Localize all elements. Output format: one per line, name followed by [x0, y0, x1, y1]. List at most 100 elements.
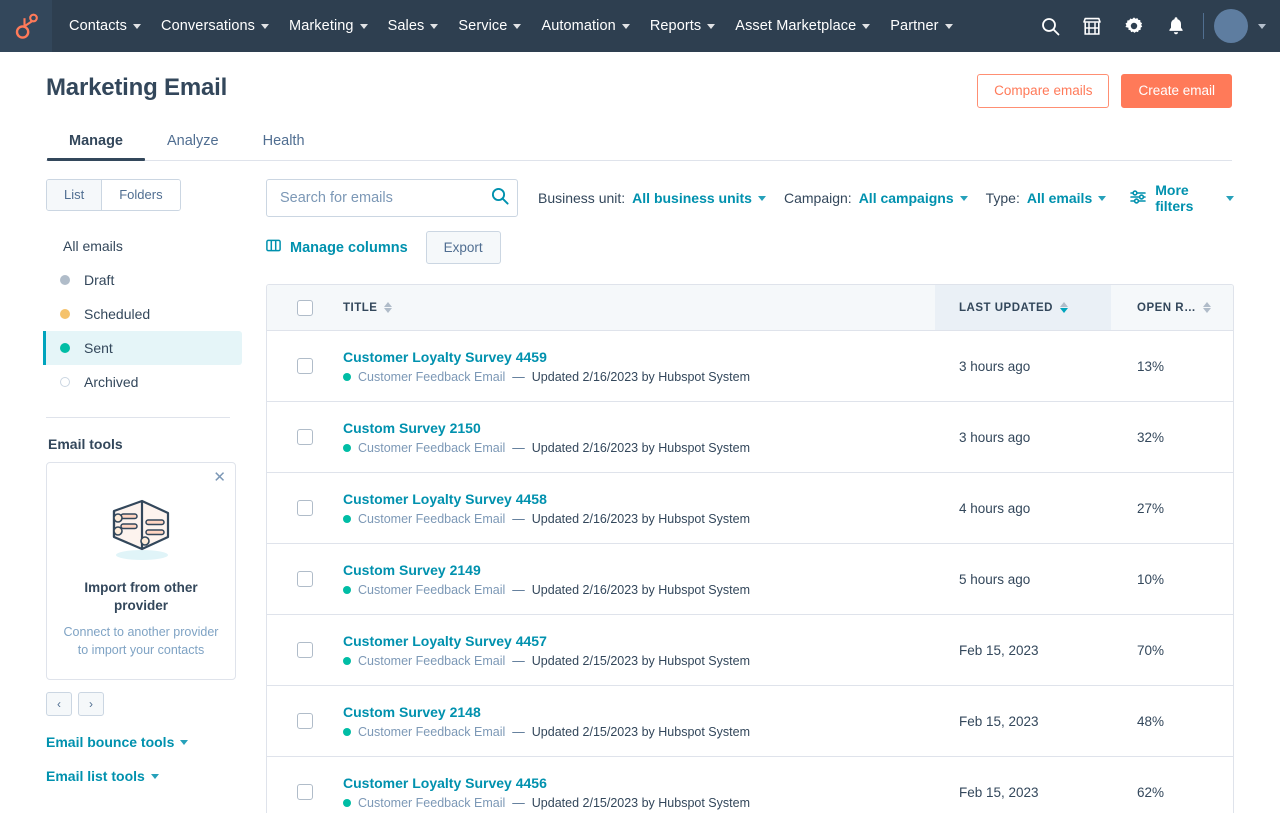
nav-item-sales[interactable]: Sales	[378, 12, 449, 40]
table-row[interactable]: Custom Survey 2148 Customer Feedback Ema…	[267, 686, 1233, 757]
select-all-checkbox[interactable]	[297, 299, 313, 316]
table-row[interactable]: Customer Loyalty Survey 4457 Customer Fe…	[267, 615, 1233, 686]
prev-card-button[interactable]: ‹	[46, 692, 72, 717]
meta-separator: —	[512, 369, 525, 384]
row-checkbox[interactable]	[297, 713, 313, 729]
filter-value-campaign[interactable]: All campaigns	[859, 190, 968, 206]
close-icon[interactable]: ✕	[213, 470, 226, 485]
email-bounce-tools-link[interactable]: Email bounce tools	[46, 734, 242, 750]
row-last-updated: Feb 15, 2023	[959, 642, 1039, 658]
meta-separator: —	[512, 440, 525, 455]
avatar[interactable]	[1214, 9, 1248, 43]
chevron-down-icon	[133, 23, 142, 29]
row-open-rate: 62%	[1137, 784, 1165, 800]
row-checkbox-cell	[267, 571, 343, 587]
nav-item-marketing[interactable]: Marketing	[279, 12, 378, 40]
nav-item-automation[interactable]: Automation	[531, 12, 639, 40]
filter-value-business-unit[interactable]: All business units	[632, 190, 766, 206]
sidebar-item-draft[interactable]: Draft	[43, 263, 242, 297]
row-checkbox-cell	[267, 713, 343, 729]
bell-icon[interactable]	[1155, 6, 1197, 46]
search-icon[interactable]	[491, 187, 509, 208]
compare-emails-button[interactable]: Compare emails	[977, 74, 1110, 108]
nav-item-partner[interactable]: Partner	[880, 12, 962, 40]
row-checkbox[interactable]	[297, 642, 313, 658]
status-dot-scheduled	[60, 308, 70, 319]
next-card-button[interactable]: ›	[78, 692, 104, 717]
filter-label: Type:	[985, 190, 1020, 206]
row-checkbox[interactable]	[297, 500, 313, 516]
sort-icon-title[interactable]	[384, 302, 393, 313]
nav-item-conversations[interactable]: Conversations	[151, 12, 279, 40]
column-header-last-updated[interactable]: LAST UPDATED	[935, 285, 1111, 330]
row-checkbox[interactable]	[297, 358, 313, 374]
email-tools-heading: Email tools	[48, 435, 123, 452]
select-all-checkbox-cell	[267, 285, 343, 330]
row-checkbox[interactable]	[297, 571, 313, 587]
email-title-link[interactable]: Customer Loyalty Survey 4458	[343, 491, 547, 507]
table-row[interactable]: Customer Loyalty Survey 4459 Customer Fe…	[267, 331, 1233, 402]
sidebar-item-archived[interactable]: Archived	[43, 365, 242, 399]
email-title-link[interactable]: Custom Survey 2148	[343, 704, 481, 720]
table-row[interactable]: Custom Survey 2150 Customer Feedback Ema…	[267, 402, 1233, 473]
email-list-tools-link[interactable]: Email list tools	[46, 768, 242, 784]
table-row[interactable]: Customer Loyalty Survey 4456 Customer Fe…	[267, 757, 1233, 813]
sidebar-item-sent[interactable]: Sent	[43, 330, 242, 365]
gear-icon[interactable]	[1113, 6, 1155, 46]
column-label: LAST UPDATED	[959, 301, 1053, 314]
tab-manage[interactable]: Manage	[47, 124, 145, 161]
sort-icon-open-rate[interactable]	[1203, 302, 1212, 313]
nav-item-asset-marketplace[interactable]: Asset Marketplace	[725, 12, 880, 40]
row-title-cell: Custom Survey 2148 Customer Feedback Ema…	[343, 704, 935, 739]
nav-item-service[interactable]: Service	[448, 12, 531, 40]
chevron-down-icon[interactable]	[1258, 23, 1266, 29]
nav-item-contacts[interactable]: Contacts	[59, 12, 151, 40]
table-row[interactable]: Customer Loyalty Survey 4458 Customer Fe…	[267, 473, 1233, 544]
column-header-open-rate[interactable]: OPEN R…	[1111, 285, 1233, 330]
manage-columns-button[interactable]: Manage columns	[266, 239, 408, 256]
email-title-link[interactable]: Custom Survey 2149	[343, 562, 481, 578]
email-title-link[interactable]: Customer Loyalty Survey 4457	[343, 633, 547, 649]
create-email-button[interactable]: Create email	[1121, 74, 1232, 108]
view-mode-list[interactable]: List	[47, 180, 102, 210]
email-title-link[interactable]: Custom Survey 2150	[343, 420, 481, 436]
export-button[interactable]: Export	[425, 231, 501, 264]
filter-campaign: Campaign: All campaigns	[784, 190, 968, 206]
view-mode-folders[interactable]: Folders	[101, 180, 180, 210]
email-type: Customer Feedback Email	[358, 795, 506, 810]
filter-value-label: All emails	[1026, 190, 1093, 206]
tab-health[interactable]: Health	[241, 124, 327, 160]
manage-columns-label: Manage columns	[290, 239, 408, 256]
email-type: Customer Feedback Email	[358, 440, 506, 455]
sidebar-item-scheduled[interactable]: Scheduled	[43, 297, 242, 331]
meta-separator: —	[512, 653, 525, 668]
hubspot-sprocket-logo[interactable]	[0, 0, 52, 52]
marketplace-icon[interactable]	[1071, 6, 1113, 46]
row-last-updated: Feb 15, 2023	[959, 713, 1039, 729]
row-checkbox[interactable]	[297, 784, 313, 800]
sidebar-item-label: Scheduled	[84, 305, 151, 322]
chevron-down-icon	[944, 23, 953, 29]
row-checkbox[interactable]	[297, 429, 313, 445]
filter-label: Campaign:	[783, 190, 852, 206]
search-input[interactable]	[266, 179, 518, 217]
table-row[interactable]: Custom Survey 2149 Customer Feedback Ema…	[267, 544, 1233, 615]
search-icon[interactable]	[1029, 6, 1071, 46]
nav-item-reports[interactable]: Reports	[640, 12, 725, 40]
status-dot-archived	[60, 376, 70, 387]
row-open-rate: 48%	[1137, 713, 1165, 729]
nav-label: Partner	[890, 18, 939, 34]
row-checkbox-cell	[267, 358, 343, 374]
email-title-link[interactable]: Customer Loyalty Survey 4456	[343, 775, 547, 791]
sidebar-item-all-emails[interactable]: All emails	[43, 229, 242, 263]
row-checkbox-cell	[267, 500, 343, 516]
more-filters-button[interactable]: More filters	[1130, 182, 1234, 214]
sort-icon-last-updated[interactable]	[1059, 302, 1068, 313]
row-title-cell: Customer Loyalty Survey 4458 Customer Fe…	[343, 491, 935, 526]
column-header-title[interactable]: TITLE	[343, 285, 935, 330]
emails-table: TITLE LAST UPDATED OPEN R… Customer Loya…	[266, 284, 1234, 813]
email-title-link[interactable]: Customer Loyalty Survey 4459	[343, 349, 547, 365]
filter-bar: Business unit: All business units Campai…	[266, 179, 1234, 217]
filter-value-type[interactable]: All emails	[1026, 190, 1107, 206]
tab-analyze[interactable]: Analyze	[145, 124, 241, 160]
